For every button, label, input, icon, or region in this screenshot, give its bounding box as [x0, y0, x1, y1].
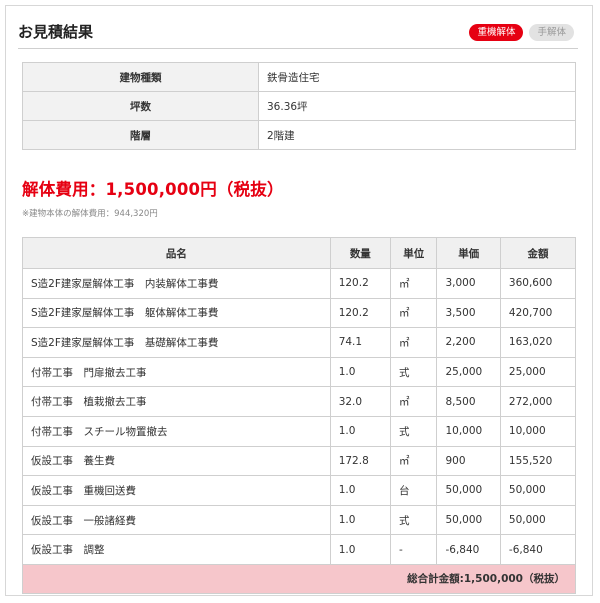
- column-header-name: 品名: [22, 237, 331, 269]
- cell-unit: 式: [389, 356, 438, 388]
- cell-unit: 台: [389, 475, 438, 506]
- method-toggle: 重機解体 手解体: [469, 24, 574, 41]
- info-value: 2階建: [258, 120, 576, 150]
- cell-amount: 155,520: [499, 445, 577, 477]
- cell-unit: -: [389, 534, 438, 565]
- cell-name: 仮設工事 一般諸経費: [22, 504, 331, 536]
- cell-amount: 360,600: [499, 268, 577, 299]
- info-row: 建物種類 鉄骨造住宅: [22, 62, 576, 92]
- cell-quantity: 120.2: [329, 297, 391, 329]
- cell-amount: 50,000: [499, 504, 577, 536]
- cell-unit-price: 25,000: [436, 356, 501, 388]
- cell-quantity: 32.0: [329, 386, 391, 417]
- cell-quantity: 120.2: [329, 268, 391, 299]
- table-row: 仮設工事 養生費 172.8 ㎡ 900 155,520: [22, 445, 577, 477]
- table-row: S造2F建家屋解体工事 躯体解体工事費 120.2 ㎡ 3,500 420,70…: [22, 297, 577, 329]
- cell-unit-price: 50,000: [436, 504, 501, 536]
- cell-quantity: 1.0: [329, 534, 391, 565]
- info-label: 坪数: [22, 91, 259, 121]
- building-info-table: 建物種類 鉄骨造住宅 坪数 36.36坪 階層 2階建: [22, 62, 576, 150]
- cell-amount: -6,840: [499, 534, 577, 565]
- info-label: 建物種類: [22, 62, 259, 92]
- total-row: 総合計金額:1,500,000（税抜）: [22, 563, 576, 594]
- cell-unit-price: -6,840: [436, 534, 501, 565]
- cell-unit: ㎡: [389, 327, 438, 358]
- grand-total: 総合計金額:1,500,000（税抜）: [22, 563, 576, 594]
- manual-demolition-badge[interactable]: 手解体: [529, 24, 574, 41]
- cell-amount: 25,000: [499, 356, 577, 388]
- cell-unit-price: 8,500: [436, 386, 501, 417]
- table-row: 仮設工事 一般諸経費 1.0 式 50,000 50,000: [22, 504, 577, 536]
- cell-unit: 式: [389, 415, 438, 447]
- cell-quantity: 1.0: [329, 475, 391, 506]
- table-row: 仮設工事 調整 1.0 - -6,840 -6,840: [22, 534, 577, 565]
- cell-unit-price: 50,000: [436, 475, 501, 506]
- cell-name: S造2F建家屋解体工事 内装解体工事費: [22, 268, 331, 299]
- cell-name: 仮設工事 調整: [22, 534, 331, 565]
- table-row: 仮設工事 重機回送費 1.0 台 50,000 50,000: [22, 475, 577, 506]
- cell-quantity: 1.0: [329, 504, 391, 536]
- info-row: 階層 2階建: [22, 120, 576, 150]
- cell-name: 付帯工事 植栽撤去工事: [22, 386, 331, 417]
- cell-name: 付帯工事 門扉撤去工事: [22, 356, 331, 388]
- table-row: 付帯工事 門扉撤去工事 1.0 式 25,000 25,000: [22, 356, 577, 388]
- page-title: お見積結果: [18, 23, 94, 41]
- table-header-row: 品名 数量 単位 単価 金額: [22, 237, 577, 269]
- cell-name: S造2F建家屋解体工事 躯体解体工事費: [22, 297, 331, 329]
- cell-amount: 420,700: [499, 297, 577, 329]
- cell-unit-price: 900: [436, 445, 501, 477]
- table-row: 付帯工事 植栽撤去工事 32.0 ㎡ 8,500 272,000: [22, 386, 577, 417]
- cell-amount: 272,000: [499, 386, 577, 417]
- cell-unit: 式: [389, 504, 438, 536]
- cell-name: 付帯工事 スチール物置撤去: [22, 415, 331, 447]
- cell-unit: ㎡: [389, 445, 438, 477]
- cell-amount: 163,020: [499, 327, 577, 358]
- cell-unit: ㎡: [389, 268, 438, 299]
- cost-note: ※建物本体の解体費用：944,320円: [22, 209, 158, 219]
- cell-unit-price: 10,000: [436, 415, 501, 447]
- cell-unit-price: 3,500: [436, 297, 501, 329]
- demolition-cost: 解体費用：1,500,000円（税抜）: [22, 180, 284, 199]
- column-header-unit: 単位: [389, 237, 438, 269]
- column-header-quantity: 数量: [329, 237, 391, 269]
- heavy-machinery-badge[interactable]: 重機解体: [469, 24, 524, 41]
- table-row: S造2F建家屋解体工事 内装解体工事費 120.2 ㎡ 3,000 360,60…: [22, 268, 577, 299]
- info-row: 坪数 36.36坪: [22, 91, 576, 121]
- estimate-items-table: 品名 数量 単位 単価 金額 S造2F建家屋解体工事 内装解体工事費 120.2…: [22, 237, 577, 594]
- cell-name: S造2F建家屋解体工事 基礎解体工事費: [22, 327, 331, 358]
- cell-quantity: 172.8: [329, 445, 391, 477]
- cell-quantity: 74.1: [329, 327, 391, 358]
- cell-unit-price: 2,200: [436, 327, 501, 358]
- cell-unit-price: 3,000: [436, 268, 501, 299]
- table-row: S造2F建家屋解体工事 基礎解体工事費 74.1 ㎡ 2,200 163,020: [22, 327, 577, 358]
- info-value: 鉄骨造住宅: [258, 62, 576, 92]
- cell-unit: ㎡: [389, 386, 438, 417]
- cell-unit: ㎡: [389, 297, 438, 329]
- cell-name: 仮設工事 養生費: [22, 445, 331, 477]
- cell-name: 仮設工事 重機回送費: [22, 475, 331, 506]
- cell-quantity: 1.0: [329, 415, 391, 447]
- column-header-amount: 金額: [499, 237, 577, 269]
- column-header-unit-price: 単価: [436, 237, 501, 269]
- info-value: 36.36坪: [258, 91, 576, 121]
- cell-quantity: 1.0: [329, 356, 391, 388]
- table-row: 付帯工事 スチール物置撤去 1.0 式 10,000 10,000: [22, 415, 577, 447]
- info-label: 階層: [22, 120, 259, 150]
- cell-amount: 50,000: [499, 475, 577, 506]
- estimate-header: お見積結果 重機解体 手解体: [18, 14, 578, 49]
- cell-amount: 10,000: [499, 415, 577, 447]
